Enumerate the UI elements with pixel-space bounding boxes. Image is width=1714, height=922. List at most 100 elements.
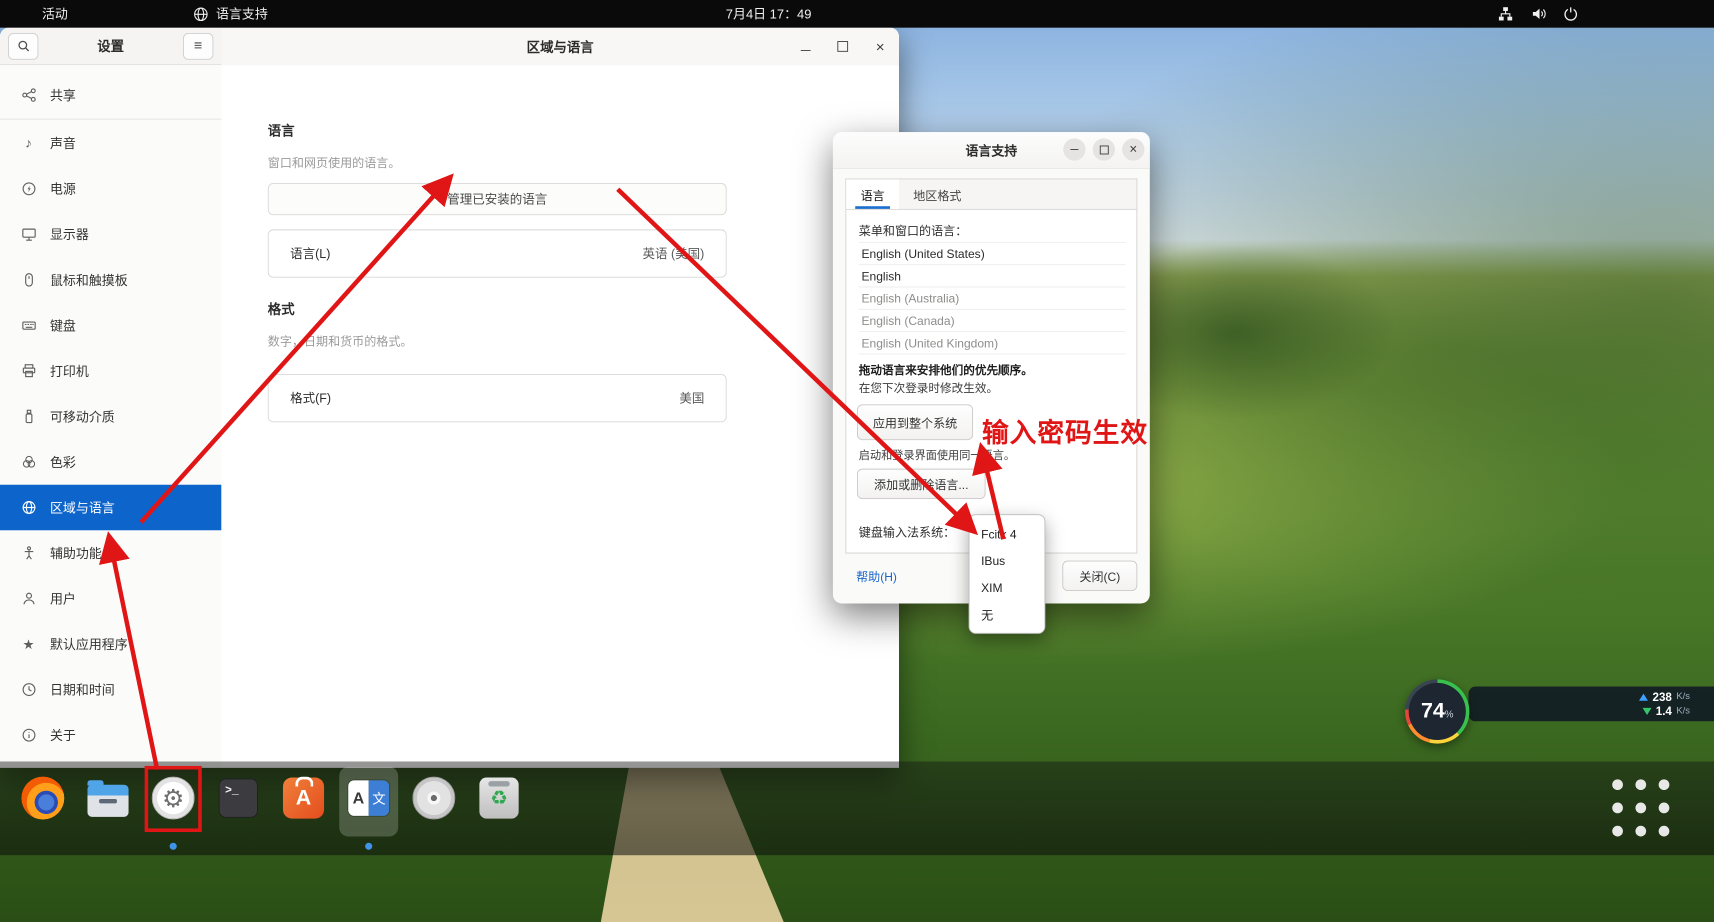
- apply-system-wide-button[interactable]: 应用到整个系统: [857, 404, 973, 440]
- settings-gear-icon: ⚙: [152, 777, 195, 820]
- close-dialog-button[interactable]: 关闭(C): [1062, 561, 1137, 591]
- tab-regional-formats[interactable]: 地区格式: [899, 179, 976, 208]
- format-row[interactable]: 格式(F) 美国: [268, 374, 727, 422]
- manage-installed-languages-label: 管理已安装的语言: [447, 190, 547, 208]
- sidebar-item-sound[interactable]: ♪ 声音: [0, 121, 221, 167]
- sidebar-item-mouse[interactable]: 鼠标和触摸板: [0, 257, 221, 303]
- clock-icon: [20, 682, 38, 697]
- sidebar-item-power[interactable]: 电源: [0, 166, 221, 212]
- sidebar-item-users[interactable]: 用户: [0, 576, 221, 622]
- sidebar-item-label: 日期和时间: [50, 680, 115, 699]
- clock-menu[interactable]: 7月4日 17：49: [720, 0, 818, 28]
- settings-window: 设置 ≡ 共享 ♪ 声音 电源: [0, 28, 899, 768]
- close-dialog-label: 关闭(C): [1079, 567, 1120, 585]
- menu-language-label: 菜单和窗口的语言：: [859, 220, 967, 238]
- login-hint: 在您下次登录时修改生效。: [859, 379, 998, 396]
- language-name: English (Canada): [861, 314, 954, 327]
- ime-icon-left: A: [348, 780, 369, 816]
- sidebar-item-label: 鼠标和触摸板: [50, 270, 128, 289]
- language-row-value: 英语 (美国): [643, 245, 705, 263]
- ime-option-none[interactable]: 无: [969, 601, 1044, 628]
- download-unit: K/s: [1676, 704, 1690, 717]
- language-name: English (United States): [861, 247, 984, 260]
- user-icon: [20, 591, 38, 606]
- language-priority-list: English (United States) English English …: [859, 242, 1126, 354]
- tab-language[interactable]: 语言: [846, 179, 899, 208]
- help-button[interactable]: 帮助(H): [856, 567, 897, 585]
- power-menu[interactable]: [1563, 0, 1578, 28]
- dock-item-software-store[interactable]: A: [279, 773, 329, 823]
- sidebar-item-removable-media[interactable]: 可移动介质: [0, 394, 221, 440]
- recycle-icon: ♻: [479, 778, 518, 819]
- sidebar-item-printers[interactable]: 打印机: [0, 348, 221, 394]
- grid-dot: [1659, 779, 1670, 790]
- sidebar-item-about[interactable]: 关于: [0, 712, 221, 758]
- ime-option-ibus[interactable]: IBus: [969, 547, 1044, 574]
- sidebar-item-date-time[interactable]: 日期和时间: [0, 667, 221, 713]
- primary-menu-button[interactable]: ≡: [183, 33, 213, 60]
- dock-item-firefox[interactable]: [18, 773, 68, 823]
- sidebar-item-label: 显示器: [50, 225, 89, 244]
- sidebar-item-keyboard[interactable]: 键盘: [0, 303, 221, 349]
- ime-icon-right: 文: [369, 780, 390, 816]
- minimize-icon: [800, 50, 810, 51]
- dock-item-media-player[interactable]: [409, 773, 459, 823]
- dock-item-terminal[interactable]: >_: [213, 773, 263, 823]
- close-icon-button[interactable]: ×: [1122, 138, 1144, 160]
- drag-hint: 拖动语言来安排他们的优先顺序。: [859, 361, 1033, 378]
- sidebar-item-displays[interactable]: 显示器: [0, 212, 221, 258]
- language-list-item[interactable]: English (Canada): [859, 310, 1126, 332]
- dock-item-files[interactable]: [83, 773, 133, 823]
- add-remove-languages-button[interactable]: 添加或删除语言...: [857, 469, 986, 499]
- close-button[interactable]: ×: [869, 35, 892, 58]
- ime-option-xim[interactable]: XIM: [969, 574, 1044, 601]
- sidebar-item-default-apps[interactable]: ★ 默认应用程序: [0, 621, 221, 667]
- minimize-button[interactable]: [794, 35, 817, 58]
- apply-system-wide-label: 应用到整个系统: [873, 413, 957, 431]
- focused-app-menu[interactable]: 语言支持: [193, 0, 268, 28]
- minimize-button[interactable]: [1063, 138, 1085, 160]
- language-list-item[interactable]: English (United Kingdom): [859, 332, 1126, 354]
- dock-item-language-input[interactable]: A 文: [344, 773, 394, 823]
- sidebar-item-label: 默认应用程序: [50, 635, 128, 654]
- dialog-titlebar: 语言支持 ×: [833, 132, 1150, 169]
- language-list-item[interactable]: English (United States): [859, 243, 1126, 265]
- network-indicator[interactable]: [1498, 0, 1513, 28]
- language-list-item[interactable]: English: [859, 265, 1126, 287]
- sidebar-item-sharing[interactable]: 共享: [0, 72, 221, 118]
- ime-option-fcitx4[interactable]: Fcitx 4: [969, 520, 1044, 547]
- manage-installed-languages-button[interactable]: 管理已安装的语言: [268, 183, 727, 215]
- gnome-top-bar: 活动 语言支持 7月4日 17：49: [0, 0, 1714, 28]
- dock-item-software-updater[interactable]: ♻: [474, 773, 524, 823]
- sidebar-item-region-language[interactable]: 区域与语言: [0, 485, 221, 531]
- grid-dot: [1612, 779, 1623, 790]
- activities-button[interactable]: 活动: [42, 0, 68, 28]
- language-section-title: 语言: [268, 121, 295, 140]
- language-name: English (United Kingdom): [861, 336, 998, 349]
- search-icon: [17, 39, 30, 52]
- ubuntu-software-icon: A: [283, 778, 324, 819]
- volume-indicator[interactable]: [1531, 0, 1546, 28]
- maximize-button[interactable]: [831, 35, 854, 58]
- search-button[interactable]: [8, 33, 38, 60]
- sidebar-item-color[interactable]: 色彩: [0, 439, 221, 485]
- maximize-button[interactable]: [1093, 138, 1115, 160]
- format-row-value: 美国: [679, 389, 704, 407]
- globe-icon: [193, 6, 209, 22]
- language-row[interactable]: 语言(L) 英语 (美国): [268, 229, 727, 277]
- sidebar-item-label: 打印机: [50, 362, 89, 381]
- sidebar-item-accessibility[interactable]: 辅助功能: [0, 530, 221, 576]
- globe-icon: [20, 500, 38, 515]
- accessibility-person-icon: [20, 545, 38, 560]
- language-list-item[interactable]: English (Australia): [859, 287, 1126, 309]
- download-speed-row: 1.4 K/s: [1469, 704, 1690, 717]
- tab-label: 地区格式: [913, 185, 961, 203]
- upload-arrow-icon: [1639, 693, 1648, 700]
- add-remove-languages-label: 添加或删除语言...: [874, 475, 968, 493]
- maximize-icon: [1099, 145, 1108, 154]
- show-applications-button[interactable]: [1612, 779, 1669, 836]
- sidebar-list: 共享 ♪ 声音 电源 显示器 鼠标和触摸板: [0, 72, 221, 758]
- format-row-label: 格式(F): [290, 389, 331, 407]
- grid-dot: [1659, 803, 1670, 814]
- dock-item-settings[interactable]: ⚙: [148, 773, 198, 823]
